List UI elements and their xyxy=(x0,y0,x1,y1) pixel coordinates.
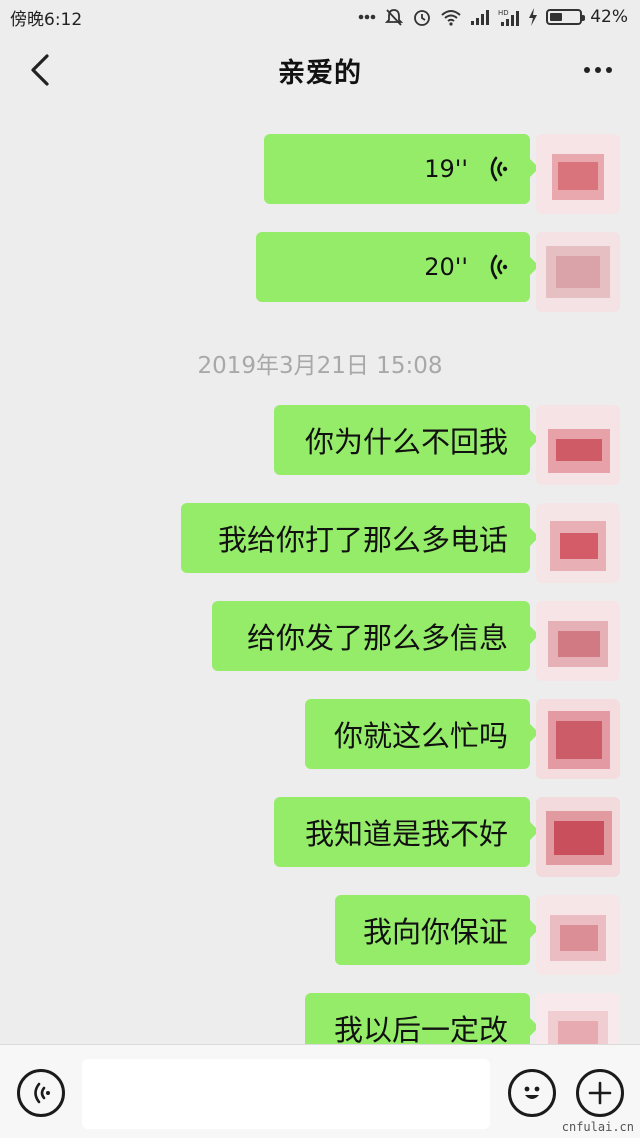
hd-signal-icon: HD xyxy=(498,8,520,26)
avatar[interactable] xyxy=(536,993,620,1044)
voice-duration: 20'' xyxy=(424,253,468,281)
text-message-bubble[interactable]: 我知道是我不好 xyxy=(274,797,539,867)
avatar[interactable] xyxy=(536,405,620,485)
more-icon-dot xyxy=(595,67,601,73)
message-text: 给你发了那么多信息 xyxy=(246,621,508,655)
status-bar: 傍晚6:12 HD 42% xyxy=(0,0,640,34)
message-row: 你就这么忙吗 xyxy=(0,699,640,779)
text-message-bubble[interactable]: 给你发了那么多信息 xyxy=(212,601,539,671)
voice-input-button[interactable] xyxy=(17,1069,65,1117)
input-bar: cnfulai.cn xyxy=(0,1044,640,1138)
message-row: 我知道是我不好 xyxy=(0,797,640,877)
avatar[interactable] xyxy=(536,699,620,779)
message-row: 20'' xyxy=(0,232,640,312)
text-message-bubble[interactable]: 我向你保证 xyxy=(335,895,539,965)
watermark: cnfulai.cn xyxy=(561,1120,634,1134)
nav-bar: 亲爱的 xyxy=(0,34,640,106)
avatar[interactable] xyxy=(536,134,620,214)
avatar[interactable] xyxy=(536,232,620,312)
emoji-icon xyxy=(524,1086,540,1099)
message-row: 我向你保证 xyxy=(0,895,640,975)
chat-title: 亲爱的 xyxy=(278,57,362,89)
text-message-bubble[interactable]: 我以后一定改 xyxy=(305,993,539,1044)
chat-timestamp: 2019年3月21日 15:08 xyxy=(197,353,443,379)
voice-message-bubble[interactable]: 20'' xyxy=(256,232,539,302)
battery-percent: 42% xyxy=(590,7,628,27)
emoji-button[interactable] xyxy=(508,1069,556,1117)
message-text: 我知道是我不好 xyxy=(304,817,508,851)
mute-icon xyxy=(384,7,404,27)
battery-level xyxy=(550,13,562,21)
message-row: 我给你打了那么多电话 xyxy=(0,503,640,583)
signal-icon xyxy=(470,9,490,25)
battery-icon xyxy=(546,9,586,25)
message-text: 你就这么忙吗 xyxy=(333,719,508,753)
chevron-left-icon xyxy=(31,54,49,86)
voice-wave-icon xyxy=(490,156,508,182)
status-time: 傍晚6:12 xyxy=(10,9,83,30)
avatar[interactable] xyxy=(536,797,620,877)
message-text: 你为什么不回我 xyxy=(304,425,508,459)
wifi-icon xyxy=(440,8,462,26)
more-icon xyxy=(584,67,590,73)
message-text: 我向你保证 xyxy=(362,915,508,949)
message-row: 19'' xyxy=(0,134,640,214)
voice-duration: 19'' xyxy=(424,155,468,183)
text-message-bubble[interactable]: 我给你打了那么多电话 xyxy=(181,503,539,573)
back-button[interactable] xyxy=(20,50,60,90)
avatar[interactable] xyxy=(536,503,620,583)
message-row: 给你发了那么多信息 xyxy=(0,601,640,681)
text-message-bubble[interactable]: 你为什么不回我 xyxy=(274,405,539,475)
message-text: 我给你打了那么多电话 xyxy=(217,523,508,557)
message-row: 你为什么不回我 xyxy=(0,405,640,485)
more-button[interactable] xyxy=(576,50,620,90)
svg-text:HD: HD xyxy=(498,9,509,17)
voice-wave-icon xyxy=(490,254,508,280)
text-message-bubble[interactable]: 你就这么忙吗 xyxy=(305,699,539,769)
status-icons: HD 42% xyxy=(358,7,628,27)
voice-input-icon xyxy=(34,1082,50,1104)
charging-icon xyxy=(528,8,538,26)
avatar[interactable] xyxy=(536,601,620,681)
voice-message-bubble[interactable]: 19'' xyxy=(264,134,539,204)
message-row: 我以后一定改 xyxy=(0,993,640,1044)
plus-button[interactable] xyxy=(576,1069,624,1117)
plus-icon xyxy=(588,1081,612,1105)
alarm-icon xyxy=(412,7,432,27)
more-dots-icon xyxy=(358,14,376,20)
avatar[interactable] xyxy=(536,895,620,975)
message-input[interactable] xyxy=(82,1059,490,1129)
chat-area[interactable]: 19'' 20'' 2019年3月21日 15:08 你为什么不回我 我给你打了… xyxy=(0,106,640,1044)
more-icon-dot xyxy=(606,67,612,73)
message-text: 我以后一定改 xyxy=(333,1013,508,1044)
